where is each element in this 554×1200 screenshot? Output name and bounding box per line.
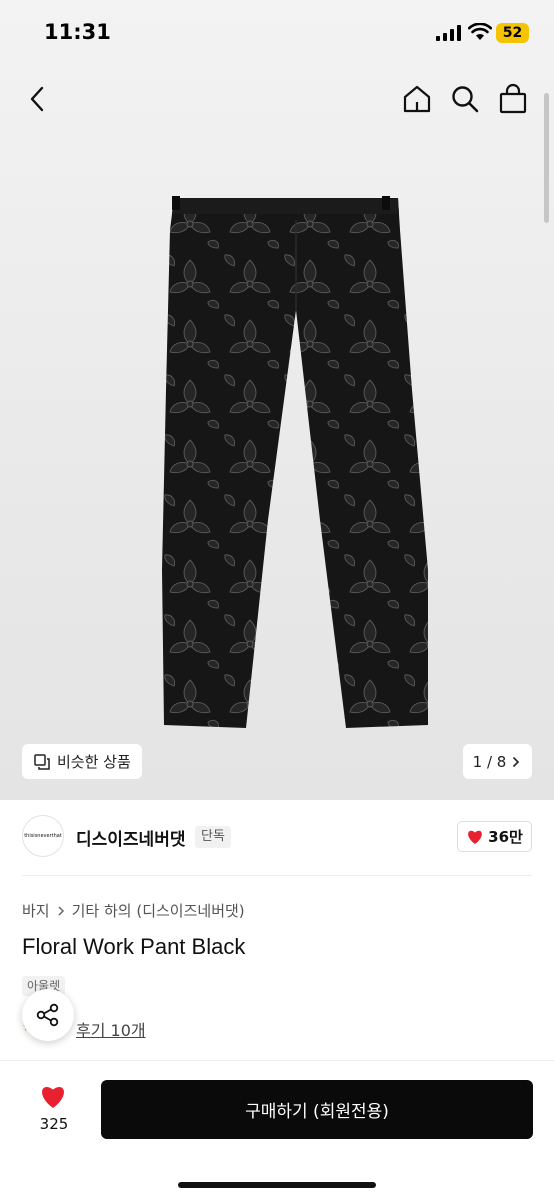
breadcrumb-subcategory[interactable]: 기타 하의 (디스이즈네버댓) bbox=[72, 900, 245, 921]
status-bar: 11:31 52 bbox=[0, 0, 554, 66]
copy-icon bbox=[34, 753, 50, 770]
shop-name[interactable]: 디스이즈네버댓 bbox=[76, 825, 185, 850]
back-button[interactable] bbox=[22, 83, 54, 115]
cart-button[interactable] bbox=[497, 83, 529, 115]
top-navigation bbox=[0, 66, 554, 132]
product-image[interactable] bbox=[160, 190, 430, 735]
signal-icon bbox=[436, 25, 461, 41]
battery-indicator: 52 bbox=[496, 23, 529, 43]
divider bbox=[22, 875, 532, 876]
scrollbar[interactable] bbox=[544, 93, 549, 223]
wifi-icon bbox=[468, 23, 492, 40]
heart-icon bbox=[468, 830, 482, 844]
breadcrumb: 바지 기타 하의 (디스이즈네버댓) bbox=[22, 900, 245, 921]
shop-like-count: 36만 bbox=[488, 828, 523, 846]
home-icon bbox=[403, 85, 431, 113]
wish-button[interactable]: 325 bbox=[22, 1081, 86, 1141]
share-icon bbox=[36, 1003, 59, 1027]
shopping-bag-icon bbox=[499, 83, 527, 114]
search-button[interactable] bbox=[449, 83, 481, 115]
share-button[interactable] bbox=[22, 989, 74, 1041]
image-page-counter[interactable]: 1 / 8 bbox=[463, 744, 532, 779]
home-indicator bbox=[178, 1182, 376, 1188]
search-icon bbox=[452, 86, 479, 113]
heart-icon bbox=[42, 1087, 64, 1108]
shop-logo[interactable]: thisisneverthat bbox=[22, 815, 64, 857]
wish-count: 325 bbox=[39, 1115, 69, 1133]
similar-products-label: 비슷한 상품 bbox=[57, 753, 131, 771]
chevron-right-icon bbox=[513, 756, 520, 767]
review-link[interactable]: 후기 10개 bbox=[76, 1017, 146, 1041]
exclusive-badge: 단독 bbox=[195, 826, 231, 848]
page-counter-text: 1 / 8 bbox=[472, 752, 507, 771]
shop-like-button[interactable]: 36만 bbox=[457, 821, 532, 852]
chevron-right-icon bbox=[58, 905, 64, 916]
home-button[interactable] bbox=[401, 83, 433, 115]
status-time: 11:31 bbox=[44, 20, 111, 44]
similar-products-button[interactable]: 비슷한 상품 bbox=[22, 744, 142, 779]
buy-button[interactable]: 구매하기 (회원전용) bbox=[101, 1080, 533, 1139]
product-title: Floral Work Pant Black bbox=[22, 934, 246, 959]
chevron-left-icon bbox=[30, 86, 44, 112]
shop-row: thisisneverthat 디스이즈네버댓 단독 36만 bbox=[22, 815, 532, 859]
bottom-action-bar: 325 구매하기 (회원전용) bbox=[0, 1060, 554, 1200]
breadcrumb-category[interactable]: 바지 bbox=[22, 900, 50, 921]
